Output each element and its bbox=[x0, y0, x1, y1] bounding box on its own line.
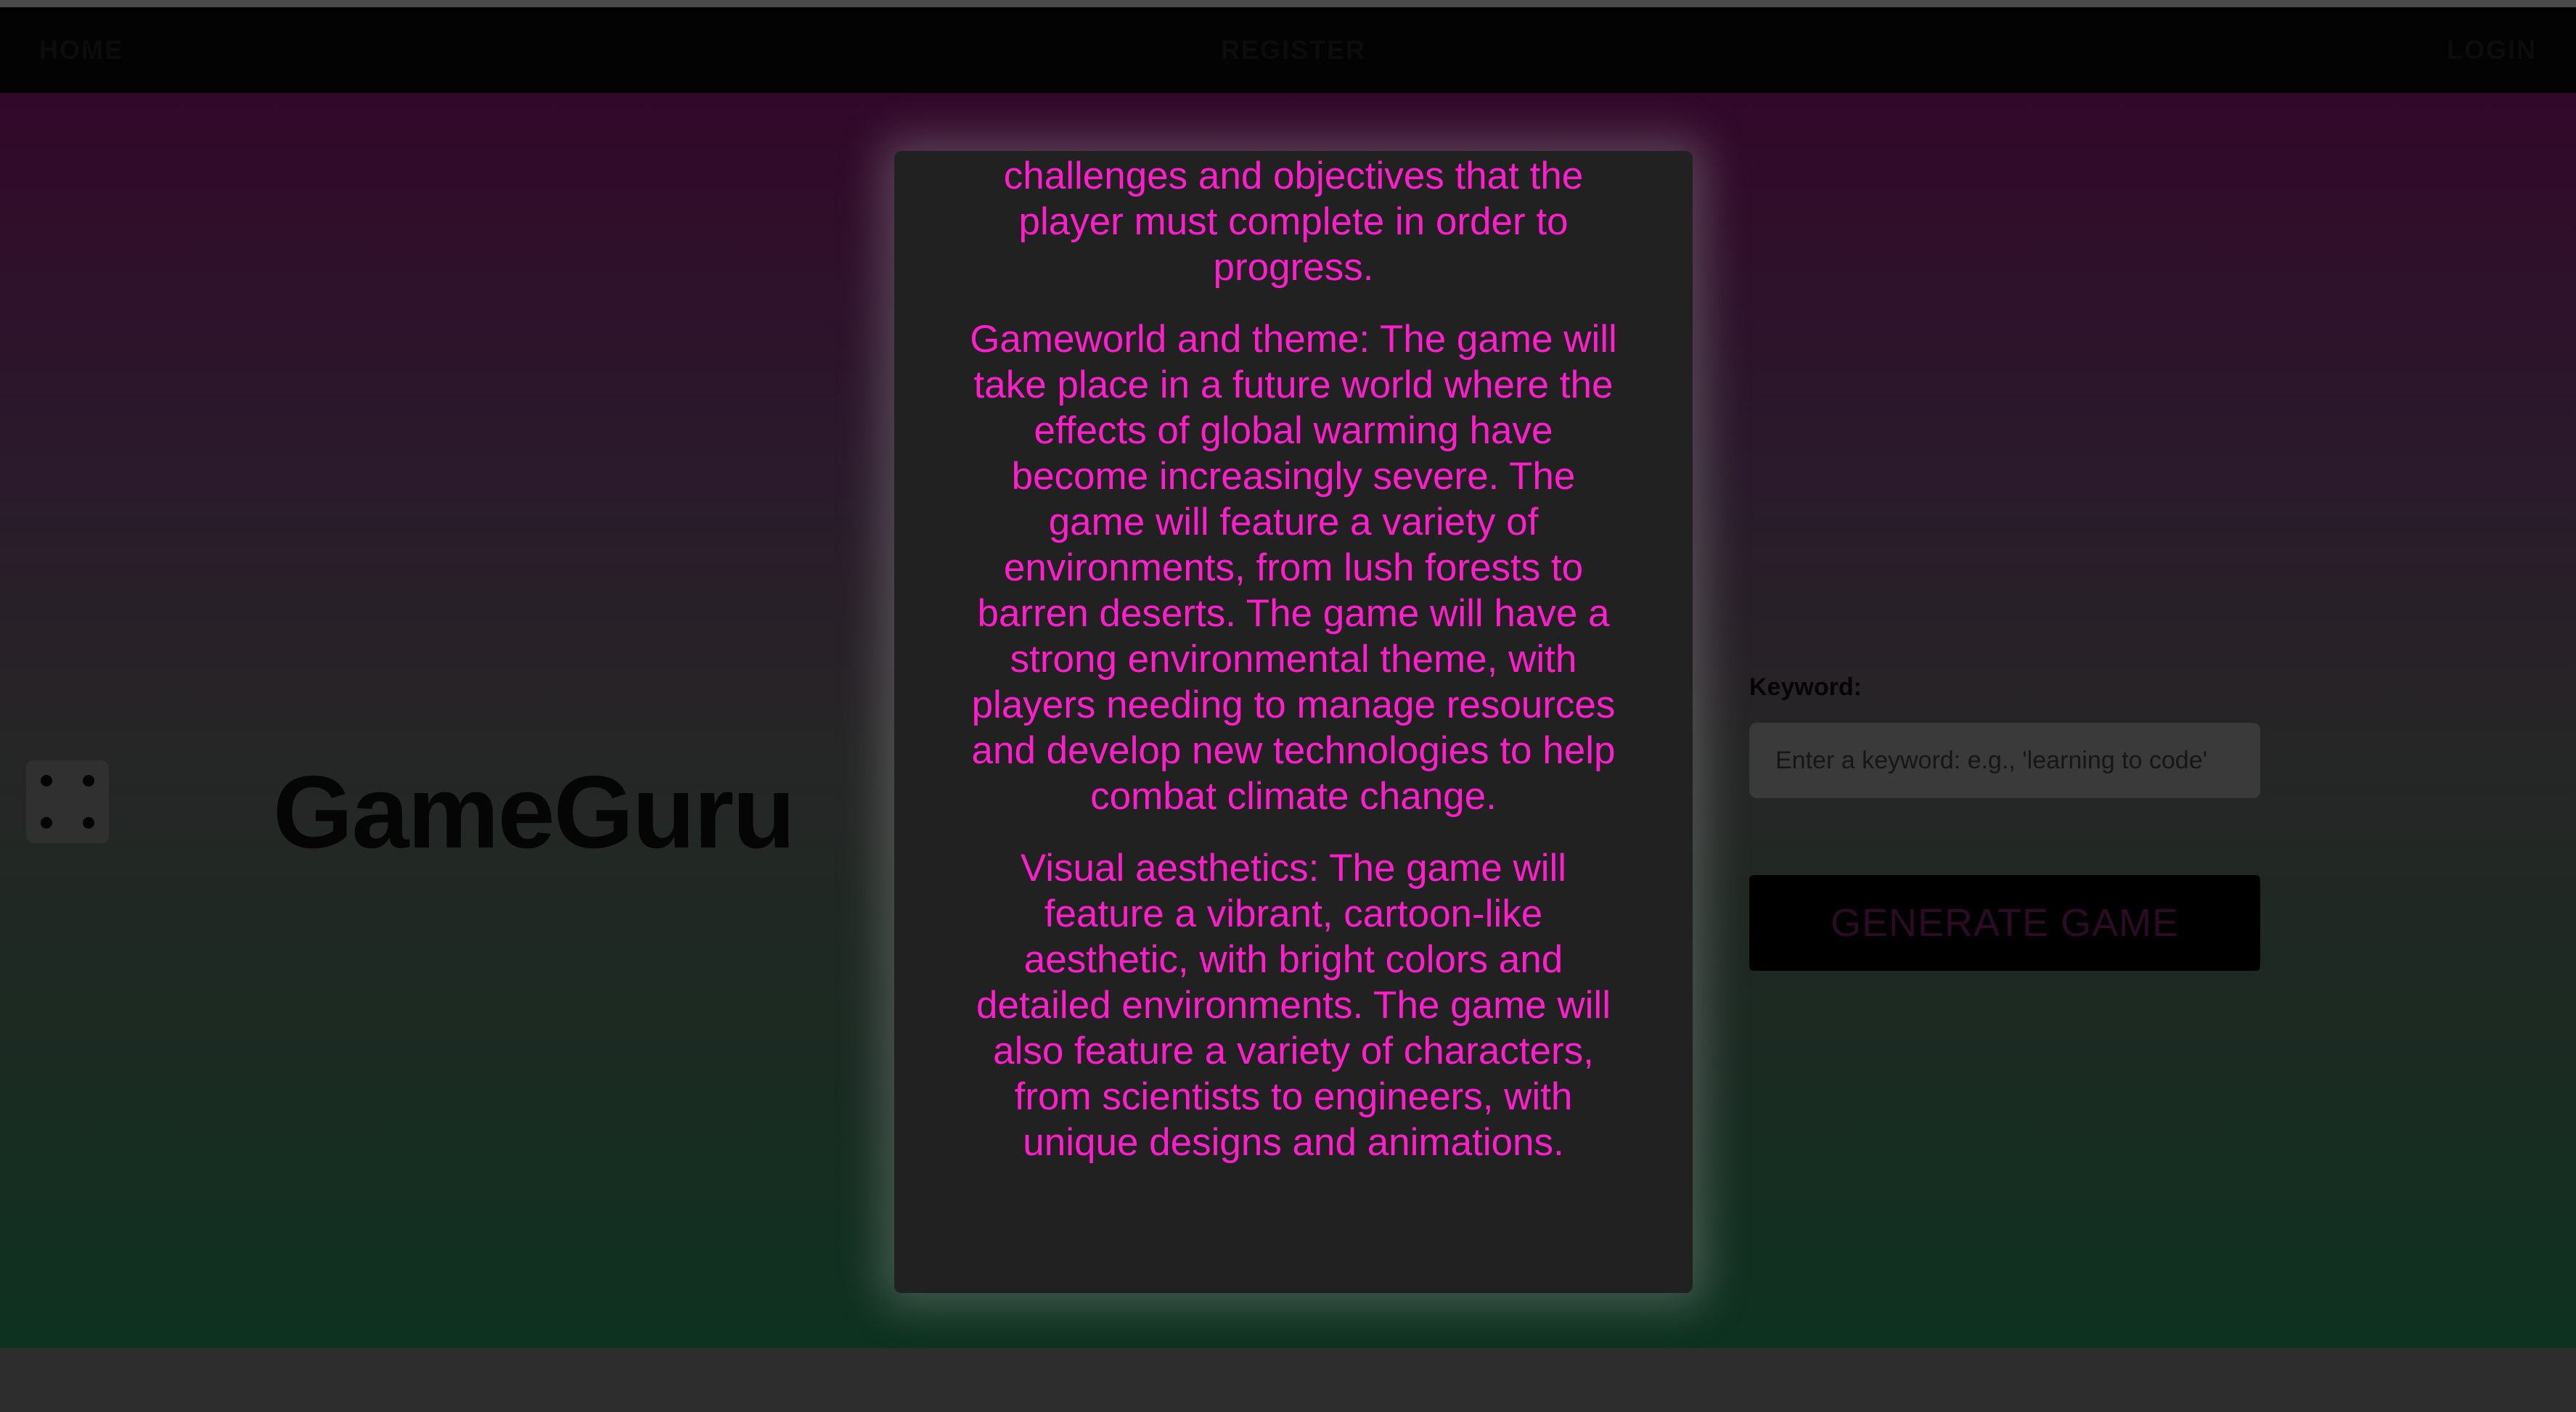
keyword-label: Keyword: bbox=[1749, 673, 1862, 701]
dice-dot bbox=[41, 775, 52, 787]
dice-dot bbox=[83, 775, 94, 787]
window-top-edge bbox=[0, 0, 2576, 7]
modal-paragraph: level will have its own unique challenge… bbox=[1003, 151, 1584, 289]
bottom-bar bbox=[0, 1348, 2576, 1412]
nav-home-link[interactable]: HOME bbox=[39, 35, 123, 65]
dice-dot bbox=[83, 817, 94, 829]
keyword-input[interactable] bbox=[1749, 723, 2260, 798]
game-description-modal[interactable]: level will have its own unique challenge… bbox=[894, 151, 1693, 1293]
dice-dot bbox=[41, 817, 52, 829]
modal-content: level will have its own unique challenge… bbox=[967, 151, 1620, 1191]
dice-icon[interactable] bbox=[26, 760, 109, 843]
app-title: GameGuru bbox=[273, 755, 796, 870]
nav-register-link[interactable]: REGISTER bbox=[1221, 35, 1366, 65]
modal-paragraph: Visual aesthetics: The game will feature… bbox=[976, 847, 1611, 1164]
generate-game-button[interactable]: GENERATE GAME bbox=[1749, 875, 2260, 971]
nav-login-link[interactable]: LOGIN bbox=[2447, 35, 2537, 65]
modal-paragraph: Gameworld and theme: The game will take … bbox=[970, 318, 1617, 818]
top-navbar: HOME REGISTER LOGIN bbox=[0, 7, 2576, 93]
